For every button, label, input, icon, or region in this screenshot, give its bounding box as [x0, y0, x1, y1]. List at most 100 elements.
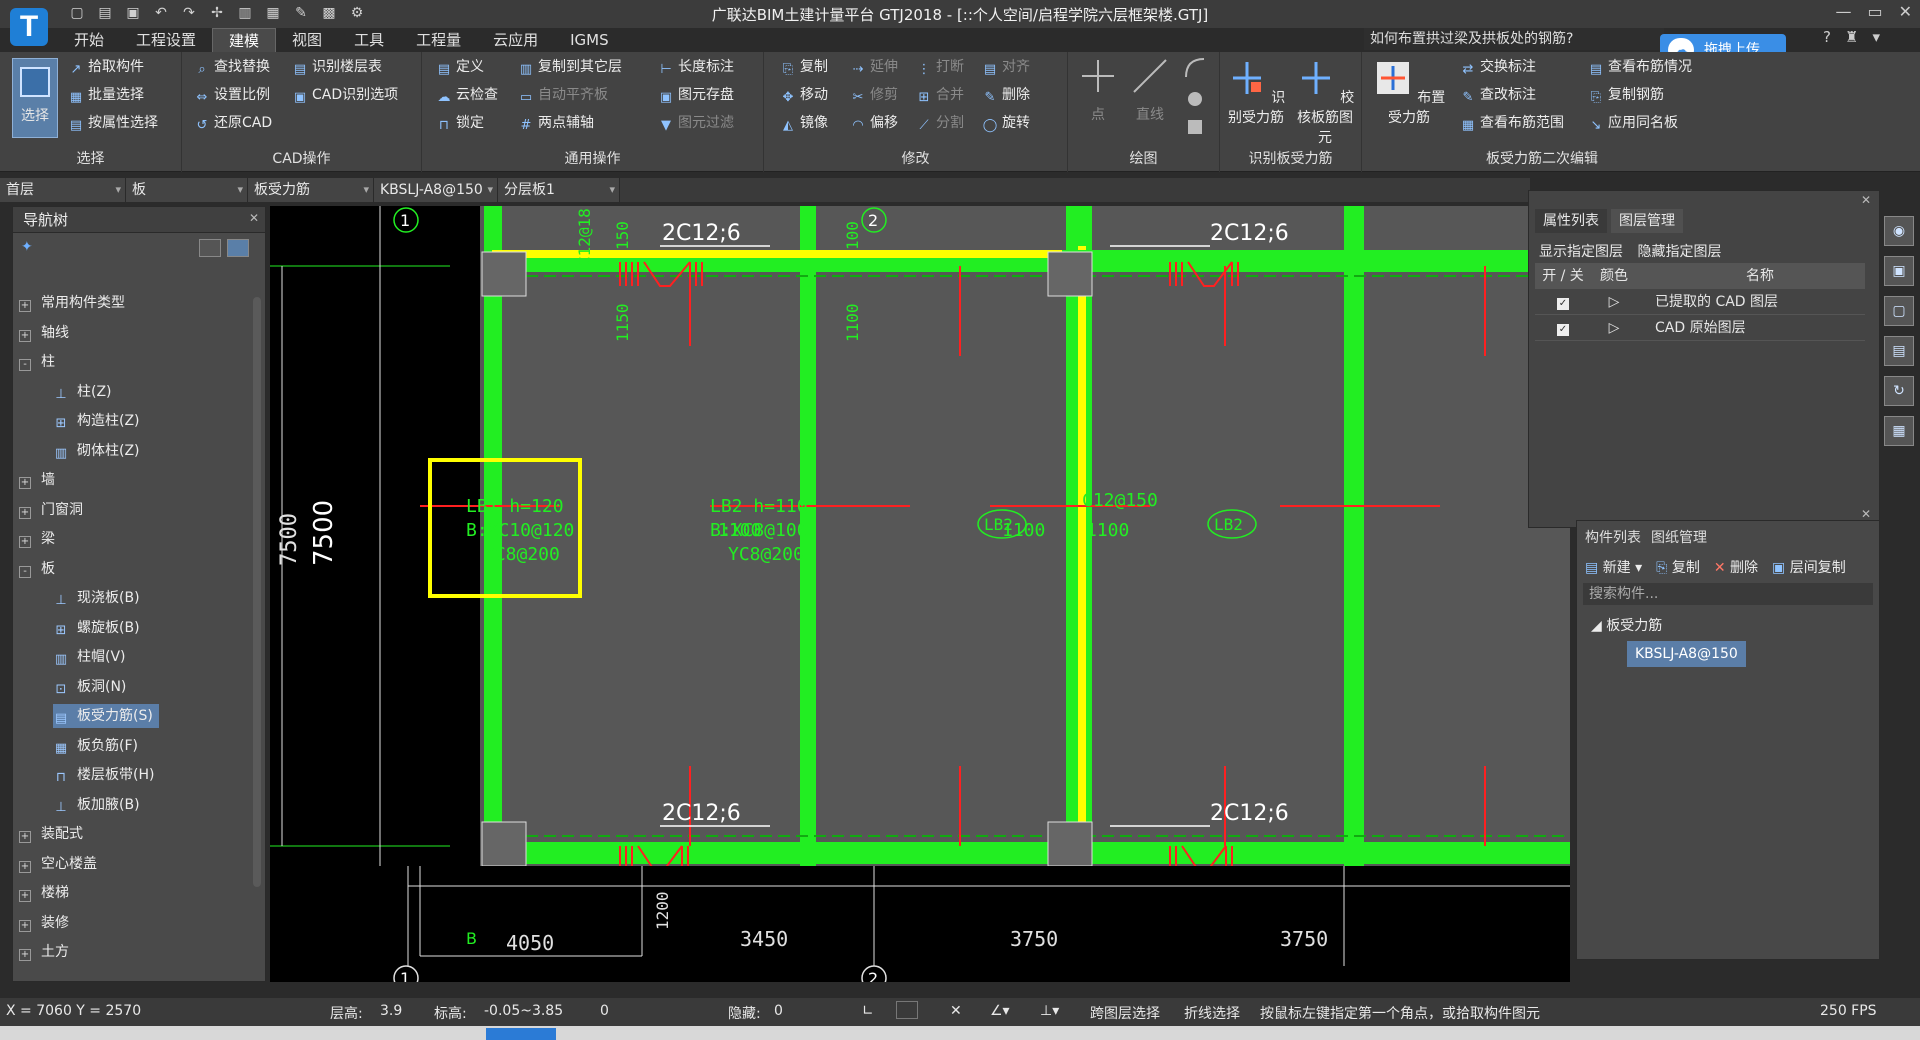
layer-row[interactable]: ✓ ▷ 已提取的 CAD 图层 — [1535, 289, 1865, 315]
view-top-icon[interactable]: ▢ — [1884, 296, 1914, 326]
grid-toggle-icon[interactable]: ▦ — [1884, 416, 1914, 446]
define-button[interactable]: ▤ 定义 — [436, 56, 484, 78]
check-slab-rebar-button[interactable]: 校核板筋图元 — [1292, 58, 1358, 147]
expand-icon[interactable]: + — [19, 860, 31, 873]
tab-drawing-management[interactable]: 图纸管理 — [1651, 527, 1707, 547]
apply-same-slab-button[interactable]: ↘ 应用同名板 — [1588, 112, 1678, 134]
align-button[interactable]: ▤ 对齐 — [982, 56, 1030, 78]
nav-tree-item[interactable]: + 门窗洞 — [19, 498, 83, 522]
collapse-icon[interactable]: - — [19, 565, 31, 578]
tab-property-list[interactable]: 属性列表 — [1535, 209, 1607, 233]
snap-off-icon[interactable]: ✕ — [950, 1003, 962, 1019]
nav-tree-item[interactable]: ⊥ 现浇板(B) — [53, 586, 139, 610]
list-view-icon[interactable] — [199, 239, 221, 257]
group-identify-label[interactable]: 识别板受力筋 — [1220, 148, 1361, 168]
find-replace-button[interactable]: ⌕ 查找替换 — [194, 56, 270, 78]
component-tree-child[interactable]: KBSLJ-A8@150 — [1627, 641, 1746, 667]
merge-button[interactable]: ⊞ 合并 — [916, 84, 964, 106]
expand-icon[interactable]: + — [19, 831, 31, 843]
delete-button[interactable]: ✎ 删除 — [982, 84, 1030, 106]
edit-label-button[interactable]: ✎ 查改标注 — [1460, 84, 1536, 106]
hide-layer-link[interactable]: 隐藏指定图层 — [1637, 244, 1721, 260]
mirror-button[interactable]: ◭ 镜像 — [780, 112, 828, 134]
minimize-icon[interactable]: — — [1835, 2, 1851, 21]
nav-tree-item[interactable]: + 土方 — [19, 940, 69, 964]
nav-tree-item[interactable]: + 装配式 — [19, 822, 83, 846]
dropdown-icon[interactable]: ▾ — [1872, 28, 1880, 46]
lock-button[interactable]: ⊓ 锁定 — [436, 112, 484, 134]
pick-component-button[interactable]: ↗ 拾取构件 — [68, 56, 144, 78]
batch-select-button[interactable]: ▦ 批量选择 — [68, 84, 144, 106]
cross-layer-select[interactable]: 跨图层选择 — [1090, 1003, 1160, 1023]
nav-tree-item[interactable]: + 空心楼盖 — [19, 852, 97, 876]
restore-cad-button[interactable]: ↺ 还原CAD — [194, 112, 273, 134]
floor-copy-button[interactable]: ▣ 层间复制 — [1772, 557, 1846, 577]
auto-align-slab-button[interactable]: ▭ 自动平齐板 — [518, 84, 608, 106]
shirt-icon[interactable]: ♜ — [1845, 28, 1858, 46]
move-button[interactable]: ✥ 移动 — [780, 84, 828, 106]
cad-drawing[interactable]: 7500 7500 2C12;6 2C12;6 2C12;6 2C12;6 C1… — [270, 206, 1570, 982]
rect-button[interactable] — [1180, 116, 1210, 142]
break-button[interactable]: ⋮ 打断 — [916, 56, 965, 78]
angle-snap-icon[interactable]: ∠▾ — [990, 1003, 1010, 1019]
layer-checkbox[interactable]: ✓ — [1557, 324, 1569, 336]
group-modify-label[interactable]: 修改 — [764, 148, 1067, 168]
layer-color-arrow-icon[interactable]: ▷ — [1591, 315, 1637, 340]
cloud-check-button[interactable]: ☁ 云检查 — [436, 84, 499, 106]
nav-tree-item[interactable]: + 梁 — [19, 527, 55, 551]
swap-label-button[interactable]: ⇄ 交换标注 — [1460, 56, 1536, 78]
expand-icon[interactable]: + — [19, 949, 31, 961]
tab-quantities[interactable]: 工程量 — [400, 28, 477, 52]
identify-rebar-button[interactable]: 识别受力筋 — [1224, 58, 1288, 127]
tab-start[interactable]: 开始 — [58, 28, 120, 52]
rotate-button[interactable]: ◯ 旋转 — [982, 112, 1030, 134]
component-tree-parent[interactable]: ◢ 板受力筋 — [1591, 615, 1662, 635]
new-component-button[interactable]: ▤ 新建 ▾ — [1585, 557, 1642, 577]
comp-panel-close-icon[interactable]: ✕ — [1861, 507, 1871, 521]
help-icon[interactable]: ? — [1823, 28, 1831, 46]
nav-tree-item[interactable]: ⊥ 板加腋(B) — [53, 793, 139, 817]
nav-tree-item[interactable]: ⊡ 板洞(N) — [53, 675, 127, 699]
tab-component-list[interactable]: 构件列表 — [1585, 527, 1641, 547]
pin-icon[interactable]: ✦ — [21, 239, 33, 255]
nav-tree-item[interactable]: ▤ 板受力筋(S) — [53, 704, 159, 728]
expand-icon[interactable]: + — [19, 536, 31, 548]
copy-component-button[interactable]: ⎘ 复制 — [1656, 557, 1700, 577]
layer-color-arrow-icon[interactable]: ▷ — [1591, 289, 1637, 314]
nav-tree-item[interactable]: ▥ 柱帽(V) — [53, 645, 126, 669]
point-button[interactable]: 点 — [1076, 56, 1120, 124]
nav-close-icon[interactable]: ✕ — [249, 211, 259, 225]
nav-tree-item[interactable]: ⊞ 构造柱(Z) — [53, 409, 140, 433]
nav-tree-item[interactable]: + 轴线 — [19, 321, 69, 345]
save-element-button[interactable]: ▣ 图元存盘 — [658, 84, 734, 106]
nav-tree-item[interactable]: ▥ 砌体柱(Z) — [53, 439, 140, 463]
group-cad-label[interactable]: CAD操作 — [182, 148, 421, 168]
nav-tree-item[interactable]: -板 — [19, 557, 55, 581]
delete-component-button[interactable]: ✕ 删除 — [1714, 557, 1758, 577]
two-point-axis-button[interactable]: # 两点辅轴 — [518, 112, 594, 134]
select-by-attr-button[interactable]: ▤ 按属性选择 — [68, 112, 158, 134]
show-layer-link[interactable]: 显示指定图层 — [1539, 244, 1623, 260]
tab-layer-management[interactable]: 图层管理 — [1611, 209, 1683, 233]
layer-select[interactable]: 分层板1 — [498, 178, 620, 202]
expand-icon[interactable]: + — [19, 329, 31, 342]
layer-panel-close-icon[interactable]: ✕ — [1861, 193, 1871, 207]
nav-tree-item[interactable]: + 楼梯 — [19, 881, 69, 905]
component-type-select[interactable]: 板受力筋 — [248, 178, 374, 202]
expand-icon[interactable]: + — [19, 919, 31, 932]
grid-view-icon[interactable] — [227, 239, 249, 257]
layer-checkbox[interactable]: ✓ — [1557, 298, 1569, 310]
floor-select[interactable]: 首层 — [0, 178, 126, 202]
select-mode-icon[interactable] — [896, 1001, 918, 1019]
line-button[interactable]: 直线 — [1128, 56, 1172, 124]
column-b2[interactable] — [1047, 821, 1093, 867]
arc-button[interactable] — [1180, 56, 1210, 84]
view-side-icon[interactable]: ▤ — [1884, 336, 1914, 366]
drawing-canvas[interactable]: 7500 7500 2C12;6 2C12;6 2C12;6 2C12;6 C1… — [270, 206, 1570, 982]
expand-icon[interactable]: + — [19, 890, 31, 902]
tab-project-settings[interactable]: 工程设置 — [120, 28, 212, 52]
column-a1[interactable] — [481, 251, 527, 297]
tab-modeling[interactable]: 建模 — [212, 28, 277, 52]
tab-view[interactable]: 视图 — [276, 28, 338, 52]
identify-floor-table-button[interactable]: ▤ 识别楼层表 — [292, 56, 382, 78]
